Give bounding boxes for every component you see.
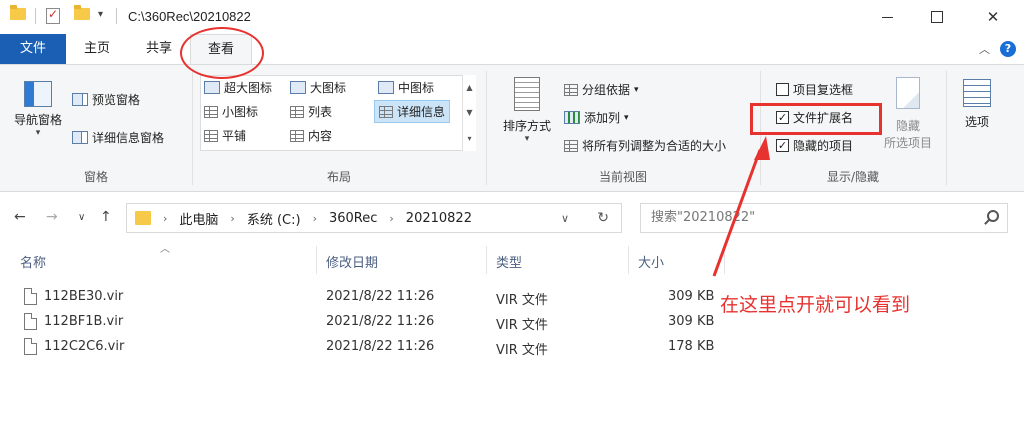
annotation-arrow: [712, 136, 770, 277]
annotation-text: 在这里点开就可以看到: [720, 294, 911, 316]
